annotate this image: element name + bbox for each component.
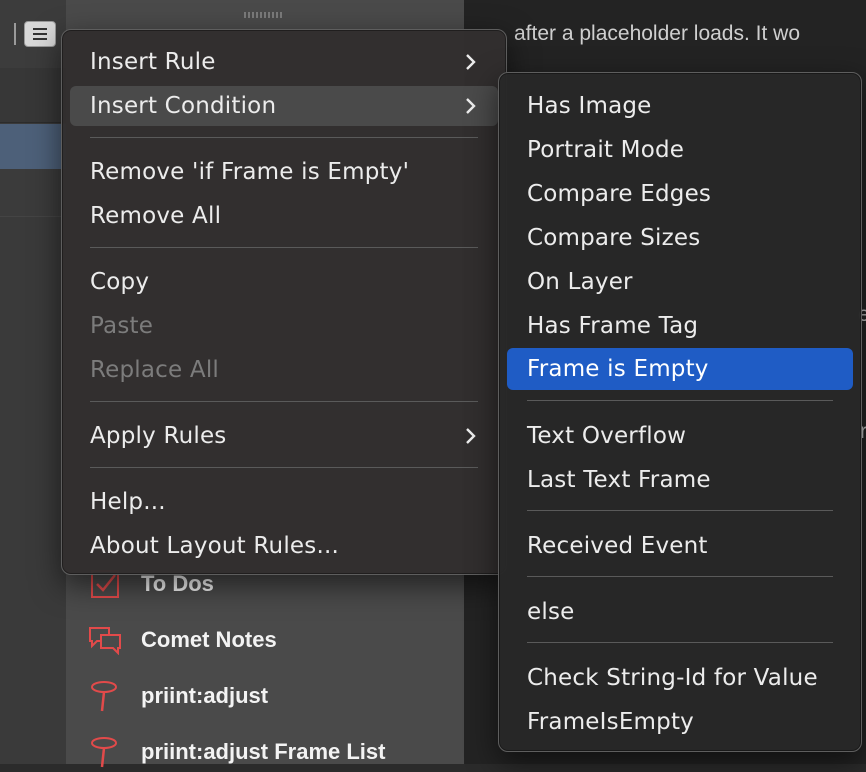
panel-item-label: Comet Notes <box>141 627 277 652</box>
menu-item-label: On Layer <box>527 269 633 295</box>
menu-item-label: Replace All <box>90 357 220 383</box>
insert-condition-submenu: Has Image Portrait Mode Compare Edges Co… <box>498 72 862 752</box>
menu-item-label: Has Image <box>527 93 652 119</box>
menu-separator <box>90 401 478 402</box>
pin-icon <box>86 679 124 713</box>
submenu-item-portrait-mode[interactable]: Portrait Mode <box>507 130 853 170</box>
menu-item-label: Help... <box>90 489 166 515</box>
panel-item-comet-notes[interactable]: Comet Notes <box>86 620 277 660</box>
chevron-right-icon <box>466 54 476 70</box>
panel-item-priint-adjust[interactable]: priint:adjust <box>86 676 268 716</box>
list-icon-line <box>33 33 47 35</box>
menu-item-copy[interactable]: Copy <box>70 262 498 302</box>
menu-separator <box>527 510 833 511</box>
menu-item-insert-condition[interactable]: Insert Condition <box>70 86 498 126</box>
list-icon <box>33 28 47 30</box>
menu-item-label: Insert Rule <box>90 49 216 75</box>
menu-item-label: Has Frame Tag <box>527 313 699 339</box>
menu-item-remove-all[interactable]: Remove All <box>70 196 498 236</box>
submenu-item-has-image[interactable]: Has Image <box>507 86 853 126</box>
menu-item-label: Compare Sizes <box>527 225 701 251</box>
list-icon-line <box>33 38 47 40</box>
menu-item-label: Portrait Mode <box>527 137 685 163</box>
chevron-right-icon <box>466 428 476 444</box>
context-menu: Insert Rule Insert Condition Remove 'if … <box>61 29 507 575</box>
menu-separator <box>90 137 478 138</box>
menu-item-label: Compare Edges <box>527 181 712 207</box>
panel-item-priint-adjust-frame-list[interactable]: priint:adjust Frame List <box>86 732 385 772</box>
left-toolbar <box>0 0 66 69</box>
selected-row[interactable] <box>0 124 66 169</box>
submenu-item-received-event[interactable]: Received Event <box>507 526 853 566</box>
submenu-item-on-layer[interactable]: On Layer <box>507 262 853 302</box>
list-row[interactable] <box>0 169 66 217</box>
panel-item-label: priint:adjust <box>141 683 269 708</box>
document-text: after a placeholder loads. It wo <box>514 22 801 45</box>
speech-bubbles-icon <box>86 623 124 657</box>
submenu-item-text-overflow[interactable]: Text Overflow <box>507 416 853 456</box>
menu-item-label: Apply Rules <box>90 423 227 449</box>
menu-separator <box>90 247 478 248</box>
submenu-item-compare-edges[interactable]: Compare Edges <box>507 174 853 214</box>
left-header <box>0 68 66 123</box>
submenu-item-last-text-frame[interactable]: Last Text Frame <box>507 460 853 500</box>
menu-item-label: FrameIsEmpty <box>527 709 694 735</box>
submenu-item-compare-sizes[interactable]: Compare Sizes <box>507 218 853 258</box>
menu-item-label: Text Overflow <box>527 423 687 449</box>
menu-item-label: Paste <box>90 313 154 339</box>
menu-item-remove-condition[interactable]: Remove 'if Frame is Empty' <box>70 152 498 192</box>
submenu-item-check-string-id[interactable]: Check String-Id for Value <box>507 658 853 698</box>
menu-separator <box>527 576 833 577</box>
menu-item-help[interactable]: Help... <box>70 482 498 522</box>
menu-item-label: Check String-Id for Value <box>527 665 818 691</box>
menu-item-label: Copy <box>90 269 150 295</box>
submenu-item-else[interactable]: else <box>507 592 853 632</box>
menu-separator <box>527 400 833 401</box>
menu-item-label: About Layout Rules... <box>90 533 339 559</box>
panel-item-label: priint:adjust Frame List <box>141 739 386 764</box>
menu-item-label: Frame is Empty <box>527 356 709 382</box>
menu-item-insert-rule[interactable]: Insert Rule <box>70 42 498 82</box>
menu-item-about[interactable]: About Layout Rules... <box>70 526 498 566</box>
toolbar-divider <box>14 23 16 45</box>
menu-item-apply-rules[interactable]: Apply Rules <box>70 416 498 456</box>
submenu-item-has-frame-tag[interactable]: Has Frame Tag <box>507 306 853 346</box>
resize-handle[interactable] <box>244 12 282 18</box>
submenu-item-frame-is-empty[interactable]: Frame is Empty <box>507 348 853 390</box>
left-strip <box>0 0 66 764</box>
menu-item-label: Received Event <box>527 533 708 559</box>
menu-item-label: Insert Condition <box>90 93 277 119</box>
menu-item-label: Remove 'if Frame is Empty' <box>90 159 410 185</box>
menu-separator <box>527 642 833 643</box>
chevron-right-icon <box>466 98 476 114</box>
menu-item-label: else <box>527 599 575 625</box>
menu-item-replace-all: Replace All <box>70 350 498 390</box>
list-view-button[interactable] <box>24 21 56 47</box>
menu-item-paste: Paste <box>70 306 498 346</box>
submenu-item-frameisempty[interactable]: FrameIsEmpty <box>507 702 853 742</box>
menu-separator <box>90 467 478 468</box>
menu-item-label: Last Text Frame <box>527 467 711 493</box>
menu-item-label: Remove All <box>90 203 222 229</box>
